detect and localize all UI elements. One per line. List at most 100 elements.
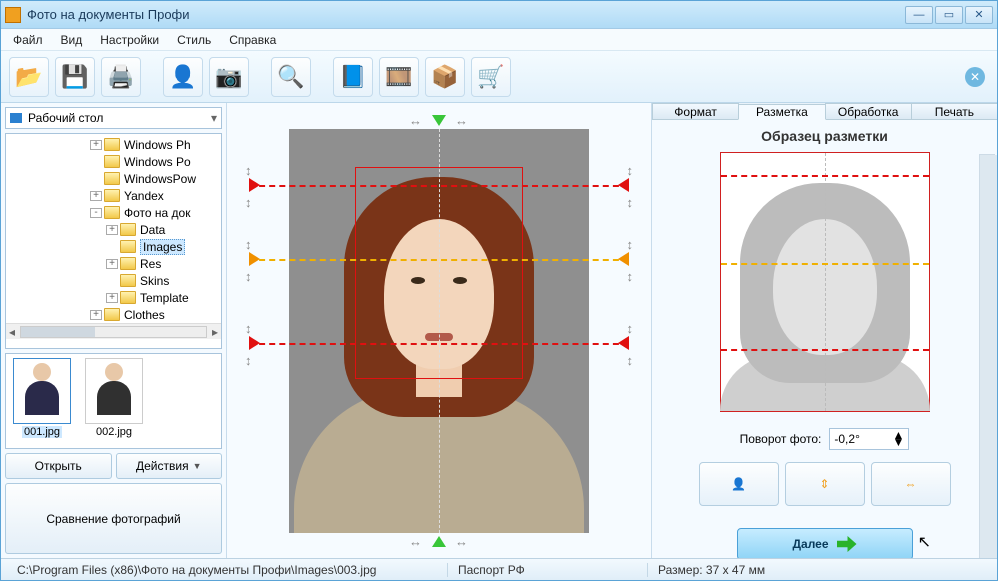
tree-expand-icon[interactable]: +: [90, 191, 102, 201]
tree-item-label: Windows Po: [124, 155, 191, 169]
tree-expand-icon[interactable]: -: [90, 208, 102, 218]
folder-tree[interactable]: +Windows Ph Windows Po WindowsPow+Yandex-Ф…: [5, 133, 222, 349]
user-search-icon[interactable]: 👤: [163, 57, 203, 97]
folder-icon: [120, 223, 136, 236]
tab-process[interactable]: Обработка: [825, 103, 912, 119]
resize-v-r6-icon[interactable]: ↕: [627, 353, 634, 368]
tab-markup[interactable]: Разметка: [738, 104, 825, 120]
toolbar: 📂 💾 🖨️ 👤 📷 🔍 📘 🎞️ 📦 🛒 ✕: [1, 51, 997, 103]
tree-item[interactable]: -Фото на док: [6, 204, 221, 221]
close-button[interactable]: ✕: [965, 6, 993, 24]
tree-expand-icon[interactable]: +: [90, 310, 102, 320]
minimize-button[interactable]: —: [905, 6, 933, 24]
help-book-icon[interactable]: 📘: [333, 57, 373, 97]
resize-v-r4-icon[interactable]: ↕: [627, 269, 634, 284]
panel-close-icon[interactable]: ✕: [965, 67, 985, 87]
tree-expand-icon[interactable]: +: [106, 293, 118, 303]
tree-item-label: Images: [140, 239, 185, 255]
open-folder-icon[interactable]: 📂: [9, 57, 49, 97]
resize-v-l3-icon[interactable]: ↕: [245, 237, 252, 252]
rotate-spinner[interactable]: -0,2° ▲▼: [829, 428, 909, 450]
mode-width-button[interactable]: ⇔: [871, 462, 951, 506]
right-scrollbar[interactable]: [979, 154, 995, 558]
left-marker-top-icon[interactable]: [249, 178, 260, 192]
tree-item[interactable]: Images: [6, 238, 221, 255]
tree-item-label: Data: [140, 223, 165, 237]
mode-height-button[interactable]: ⇕: [785, 462, 865, 506]
right-marker-eye-icon[interactable]: [618, 252, 629, 266]
resize-v-r2-icon[interactable]: ↕: [627, 195, 634, 210]
tree-item[interactable]: WindowsPow: [6, 170, 221, 187]
titlebar: Фото на документы Профи — ▭ ✕: [1, 1, 997, 29]
tree-item[interactable]: Windows Po: [6, 153, 221, 170]
right-marker-chin-icon[interactable]: [618, 336, 629, 350]
app-icon: [5, 7, 21, 23]
location-combo[interactable]: Рабочий стол ▾: [5, 107, 222, 129]
zoom-image-icon[interactable]: 🔍: [271, 57, 311, 97]
tree-item[interactable]: + Data: [6, 221, 221, 238]
bottom-center-handle-icon[interactable]: [432, 536, 446, 547]
next-button[interactable]: Далее: [737, 528, 913, 558]
resize-h-top2-icon[interactable]: ↔: [455, 113, 468, 128]
tree-item[interactable]: +Windows Ph: [6, 136, 221, 153]
resize-v-l1-icon[interactable]: ↕: [245, 163, 252, 178]
cart-icon[interactable]: 🛒: [471, 57, 511, 97]
print-icon[interactable]: 🖨️: [101, 57, 141, 97]
left-panel: Рабочий стол ▾ +Windows Ph Windows Po Wind…: [1, 103, 227, 558]
resize-v-r5-icon[interactable]: ↕: [627, 321, 634, 336]
tree-item[interactable]: +Template: [6, 289, 221, 306]
tree-expand-icon[interactable]: +: [90, 140, 102, 150]
eye-guide[interactable]: [249, 259, 629, 261]
height-arrows-icon: ⇕: [819, 477, 829, 491]
menu-view[interactable]: Вид: [53, 31, 91, 49]
tab-format[interactable]: Формат: [652, 103, 739, 119]
left-marker-chin-icon[interactable]: [249, 336, 260, 350]
top-center-handle-icon[interactable]: [432, 115, 446, 126]
compare-button[interactable]: Сравнение фотографий: [5, 483, 222, 554]
thumbnail-image: [13, 358, 71, 424]
chin-guide[interactable]: [249, 343, 629, 345]
tree-item[interactable]: +Yandex: [6, 187, 221, 204]
tree-item[interactable]: +Clothes: [6, 306, 221, 323]
camera-icon[interactable]: 📷: [209, 57, 249, 97]
resize-v-l6-icon[interactable]: ↕: [245, 353, 252, 368]
spinner-arrows-icon[interactable]: ▲▼: [893, 432, 905, 446]
menu-file[interactable]: Файл: [5, 31, 51, 49]
tree-expand-icon[interactable]: +: [106, 225, 118, 235]
resize-h-bot-icon[interactable]: ↔: [409, 534, 422, 549]
rotate-row: Поворот фото: -0,2° ▲▼: [740, 428, 910, 450]
resize-v-l2-icon[interactable]: ↕: [245, 195, 252, 210]
resize-h-bot2-icon[interactable]: ↔: [455, 534, 468, 549]
top-head-guide[interactable]: [249, 185, 629, 187]
menu-help[interactable]: Справка: [221, 31, 284, 49]
menu-style[interactable]: Стиль: [169, 31, 219, 49]
chevron-down-icon: ▾: [211, 111, 217, 125]
tree-item[interactable]: +Res: [6, 255, 221, 272]
mode-silhouette-button[interactable]: 👤: [699, 462, 779, 506]
video-icon[interactable]: 🎞️: [379, 57, 419, 97]
canvas-wrap[interactable]: ↔ ↔ ↔ ↔ ↕ ↕ ↕ ↕ ↕ ↕ ↕ ↕ ↕ ↕ ↕ ↕: [249, 115, 629, 547]
tab-print[interactable]: Печать: [911, 103, 997, 119]
resize-h-top-icon[interactable]: ↔: [409, 113, 422, 128]
save-icon[interactable]: 💾: [55, 57, 95, 97]
thumbnail[interactable]: 002.jpg: [82, 358, 146, 444]
resize-v-r1-icon[interactable]: ↕: [627, 163, 634, 178]
app-window: Фото на документы Профи — ▭ ✕ Файл Вид Н…: [0, 0, 998, 581]
resize-v-l4-icon[interactable]: ↕: [245, 269, 252, 284]
tree-item-label: WindowsPow: [124, 172, 196, 186]
left-marker-eye-icon[interactable]: [249, 252, 260, 266]
package-icon[interactable]: 📦: [425, 57, 465, 97]
folder-icon: [104, 189, 120, 202]
tree-hscrollbar[interactable]: ◂▸: [6, 323, 221, 339]
right-marker-top-icon[interactable]: [618, 178, 629, 192]
resize-v-l5-icon[interactable]: ↕: [245, 321, 252, 336]
tree-expand-icon[interactable]: +: [106, 259, 118, 269]
maximize-button[interactable]: ▭: [935, 6, 963, 24]
tree-item[interactable]: Skins: [6, 272, 221, 289]
right-panel: Формат Разметка Обработка Печать Образец…: [651, 103, 997, 558]
menu-settings[interactable]: Настройки: [92, 31, 167, 49]
actions-button[interactable]: Действия▼: [116, 453, 223, 479]
thumbnail[interactable]: 001.jpg: [10, 358, 74, 444]
resize-v-r3-icon[interactable]: ↕: [627, 237, 634, 252]
open-button[interactable]: Открыть: [5, 453, 112, 479]
